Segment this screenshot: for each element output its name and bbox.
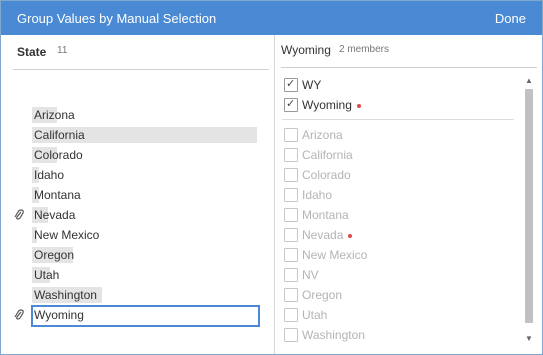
member-label: Montana: [302, 208, 349, 222]
state-row-label: Washington: [34, 288, 97, 302]
member-row: Washington: [275, 325, 515, 345]
member-group-divider: [282, 119, 514, 120]
member-label: Wyoming: [302, 98, 361, 112]
member-checkbox: [284, 148, 298, 162]
scroll-down-arrow-icon[interactable]: ▼: [523, 333, 535, 345]
state-values-pane: State 11 Arizona California Colorado Idaho M…: [1, 35, 275, 354]
member-row: Arizona: [275, 125, 515, 145]
member-label: NV: [302, 268, 319, 282]
member-row: NV: [275, 265, 515, 285]
state-row[interactable]: Montana: [1, 185, 274, 205]
member-checkbox: [284, 188, 298, 202]
state-row-label: New Mexico: [34, 228, 100, 242]
state-row-label: Wyoming: [34, 308, 84, 322]
state-row-label: Colorado: [34, 148, 83, 162]
checkmark-icon: ✓: [286, 78, 296, 90]
scroll-thumb[interactable]: [525, 89, 533, 323]
left-header-divider: [13, 69, 269, 70]
state-row-label: Nevada: [34, 208, 76, 222]
member-row: California: [275, 145, 515, 165]
state-row[interactable]: Arizona: [1, 105, 274, 125]
state-row[interactable]: Utah: [1, 265, 274, 285]
change-indicator-dot: [348, 233, 353, 238]
group-values-dialog: Group Values by Manual Selection Done St…: [0, 0, 543, 355]
change-indicator-dot: [356, 103, 361, 108]
member-row: Idaho: [275, 185, 515, 205]
scroll-up-arrow-icon[interactable]: ▲: [523, 75, 535, 87]
member-checkbox: [284, 228, 298, 242]
member-checkbox: [284, 308, 298, 322]
member-label: Idaho: [302, 188, 333, 202]
state-row[interactable]: Wyoming: [1, 305, 274, 327]
member-list-scrollbar[interactable]: ▲ ▼: [523, 75, 535, 345]
checkmark-icon: ✓: [286, 98, 296, 110]
member-row[interactable]: ✓ Wyoming: [275, 95, 515, 115]
member-checkbox: [284, 328, 298, 342]
state-row-label: Montana: [34, 188, 81, 202]
state-row-label: Arizona: [34, 108, 75, 122]
member-label: Washington: [302, 328, 365, 342]
member-checkbox[interactable]: ✓: [284, 98, 298, 112]
dialog-titlebar: Group Values by Manual Selection Done: [1, 1, 542, 35]
member-checkbox: [284, 248, 298, 262]
member-row: New Mexico: [275, 245, 515, 265]
member-row: Oregon: [275, 285, 515, 305]
member-row: Utah: [275, 305, 515, 325]
state-row-label: Oregon: [34, 248, 75, 262]
member-label: New Mexico: [302, 248, 368, 262]
member-row: Colorado: [275, 165, 515, 185]
member-checkbox: [284, 268, 298, 282]
member-row: Montana: [275, 205, 515, 225]
right-header-divider: [281, 67, 537, 68]
state-row[interactable]: New Mexico: [1, 225, 274, 245]
state-row[interactable]: Washington: [1, 285, 274, 305]
done-button[interactable]: Done: [495, 11, 526, 26]
group-member-count: 2 members: [339, 44, 390, 55]
state-row[interactable]: Idaho: [1, 165, 274, 185]
member-label: Nevada: [302, 228, 353, 242]
member-label: Colorado: [302, 168, 351, 182]
member-row: Nevada: [275, 225, 515, 245]
paperclip-icon: [14, 209, 24, 220]
member-label: California: [302, 148, 353, 162]
state-row[interactable]: Nevada: [1, 205, 274, 225]
member-checkbox[interactable]: ✓: [284, 78, 298, 92]
member-checkbox: [284, 208, 298, 222]
member-label: Oregon: [302, 288, 343, 302]
state-row[interactable]: Oregon: [1, 245, 274, 265]
state-row[interactable]: Colorado: [1, 145, 274, 165]
member-checkbox: [284, 288, 298, 302]
member-label: Utah: [302, 308, 328, 322]
dialog-title: Group Values by Manual Selection: [17, 11, 217, 26]
member-label: Arizona: [302, 128, 343, 142]
group-members-pane: Wyoming 2 members ✓ WY ✓ Wyoming Arizona Cali…: [275, 35, 542, 354]
state-row-label: California: [34, 128, 85, 142]
member-checkbox: [284, 128, 298, 142]
field-value-count: 11: [57, 45, 68, 56]
state-row[interactable]: California: [1, 125, 274, 145]
field-name: State: [17, 45, 47, 59]
member-row[interactable]: ✓ WY: [275, 75, 515, 95]
group-name: Wyoming: [281, 43, 331, 57]
state-row-label: Utah: [34, 268, 60, 282]
state-row-label: Idaho: [34, 168, 65, 182]
member-checkbox: [284, 168, 298, 182]
member-label: WY: [302, 78, 322, 92]
paperclip-icon: [14, 309, 24, 320]
